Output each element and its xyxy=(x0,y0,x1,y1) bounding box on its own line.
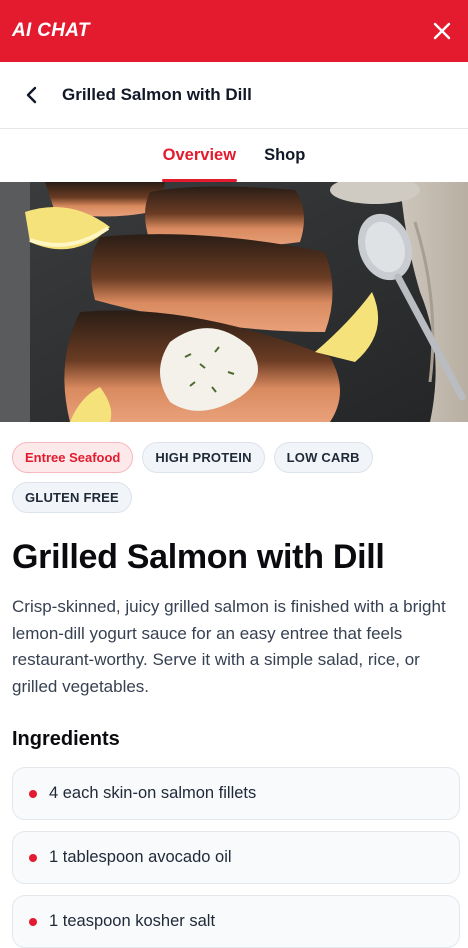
ingredients-heading: Ingredients xyxy=(12,728,120,750)
close-button[interactable] xyxy=(430,19,454,43)
ingredient-item: 4 each skin-on salmon fillets xyxy=(12,767,460,820)
app-bar: AI CHAT xyxy=(0,0,468,62)
ingredient-item: 1 teaspoon kosher salt xyxy=(12,895,460,948)
ingredients-list: 4 each skin-on salmon fillets 1 tablespo… xyxy=(12,767,460,948)
tag-low-carb[interactable]: LOW CARB xyxy=(273,442,373,473)
ingredient-text: 1 teaspoon kosher salt xyxy=(49,912,216,930)
bullet-icon xyxy=(29,917,37,926)
tag-high-protein[interactable]: HIGH PROTEIN xyxy=(142,442,265,473)
salmon-photo xyxy=(0,182,468,422)
chevron-left-icon xyxy=(26,86,37,104)
tag-entree-seafood[interactable]: Entree Seafood xyxy=(12,442,134,473)
ingredient-item: 1 tablespoon avocado oil xyxy=(12,831,460,884)
tag-list: Entree Seafood HIGH PROTEIN LOW CARB GLU… xyxy=(12,442,462,513)
app-title: AI CHAT xyxy=(12,20,90,41)
page-title: Grilled Salmon with Dill xyxy=(62,85,252,104)
tab-bar: Overview Shop xyxy=(0,129,468,182)
ingredient-text: 4 each skin-on salmon fillets xyxy=(49,784,257,802)
tab-overview[interactable]: Overview xyxy=(161,129,238,182)
bullet-icon xyxy=(29,789,37,798)
recipe-title: Grilled Salmon with Dill xyxy=(12,538,385,576)
tag-gluten-free[interactable]: GLUTEN FREE xyxy=(12,482,132,513)
back-button[interactable] xyxy=(20,83,44,107)
tab-shop[interactable]: Shop xyxy=(263,129,306,182)
ingredient-text: 1 tablespoon avocado oil xyxy=(49,848,232,866)
recipe-description: Crisp-skinned, juicy grilled salmon is f… xyxy=(12,597,446,696)
recipe-hero-image xyxy=(0,182,468,422)
bullet-icon xyxy=(29,853,37,862)
nav-bar: Grilled Salmon with Dill xyxy=(0,62,468,129)
close-icon xyxy=(433,22,451,40)
